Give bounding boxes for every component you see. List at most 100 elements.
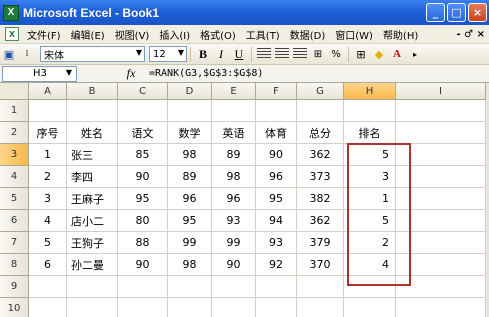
col-header-f[interactable]: F [256,83,297,100]
percent-style-icon[interactable]: % [328,46,344,62]
cell-g10[interactable] [297,298,344,317]
row-header-6[interactable]: 6 [0,210,29,232]
cell-g1[interactable] [297,100,344,122]
align-right-icon[interactable] [293,48,307,60]
row-header-1[interactable]: 1 [0,100,29,122]
cell-c8[interactable]: 90 [118,254,168,276]
cell-i3[interactable] [396,144,486,166]
cell-h2[interactable]: 排名 [344,122,396,144]
cell-i8[interactable] [396,254,486,276]
insert-function-icon[interactable]: fx [117,66,145,81]
cell-h7[interactable]: 2 [344,232,396,254]
col-header-d[interactable]: D [168,83,212,100]
cell-h10[interactable] [344,298,396,317]
menu-insert[interactable]: 插入(I) [154,27,195,42]
cell-d10[interactable] [168,298,212,317]
cell-b2[interactable]: 姓名 [67,122,118,144]
cell-e3[interactable]: 89 [212,144,256,166]
cell-d6[interactable]: 95 [168,210,212,232]
cell-a8[interactable]: 6 [29,254,67,276]
cell-b6[interactable]: 店小二 [67,210,118,232]
cell-g6[interactable]: 362 [297,210,344,232]
cell-i6[interactable] [396,210,486,232]
cell-a3[interactable]: 1 [29,144,67,166]
col-header-g[interactable]: G [297,83,344,100]
align-center-icon[interactable] [275,48,289,60]
workbook-icon[interactable]: X [5,27,19,41]
cell-e5[interactable]: 96 [212,188,256,210]
cell-d3[interactable]: 98 [168,144,212,166]
italic-button[interactable]: I [213,47,229,62]
menu-help[interactable]: 帮助(H) [378,27,423,42]
name-box[interactable]: H3 ▼ [2,65,77,82]
cell-b7[interactable]: 王狗子 [67,232,118,254]
maximize-button[interactable]: □ [447,3,466,22]
cell-b4[interactable]: 李四 [67,166,118,188]
cell-f6[interactable]: 94 [256,210,297,232]
cell-f8[interactable]: 92 [256,254,297,276]
cell-c2[interactable]: 语文 [118,122,168,144]
cell-b10[interactable] [67,298,118,317]
row-header-4[interactable]: 4 [0,166,29,188]
cell-i10[interactable] [396,298,486,317]
col-header-e[interactable]: E [212,83,256,100]
cell-d1[interactable] [168,100,212,122]
cell-a6[interactable]: 4 [29,210,67,232]
cell-f9[interactable] [256,276,297,298]
cell-e2[interactable]: 英语 [212,122,256,144]
col-header-h[interactable]: H [344,83,396,100]
cell-d2[interactable]: 数学 [168,122,212,144]
cell-b3[interactable]: 张三 [67,144,118,166]
cell-h3[interactable]: 5 [344,144,396,166]
col-header-c[interactable]: C [118,83,168,100]
menu-view[interactable]: 视图(V) [110,27,155,42]
font-name-select[interactable]: 宋体 ▼ [40,46,145,62]
cell-g8[interactable]: 370 [297,254,344,276]
cell-c3[interactable]: 85 [118,144,168,166]
cell-h5[interactable]: 1 [344,188,396,210]
cell-c10[interactable] [118,298,168,317]
cell-c9[interactable] [118,276,168,298]
borders-icon[interactable]: ⊞ [353,46,369,62]
fill-color-icon[interactable]: ◆ [371,46,387,62]
cell-f2[interactable]: 体育 [256,122,297,144]
cell-a5[interactable]: 3 [29,188,67,210]
cell-h9[interactable] [344,276,396,298]
cell-f1[interactable] [256,100,297,122]
cell-a9[interactable] [29,276,67,298]
cell-h6[interactable]: 5 [344,210,396,232]
menu-file[interactable]: 文件(F) [22,27,66,42]
cell-e4[interactable]: 98 [212,166,256,188]
bold-button[interactable]: B [195,47,211,62]
cell-i7[interactable] [396,232,486,254]
cell-f3[interactable]: 90 [256,144,297,166]
row-header-10[interactable]: 10 [0,298,29,317]
cell-e9[interactable] [212,276,256,298]
merge-center-icon[interactable]: ⊞ [310,46,326,62]
cell-g3[interactable]: 362 [297,144,344,166]
cell-i5[interactable] [396,188,486,210]
row-header-8[interactable]: 8 [0,254,29,276]
cell-h1[interactable] [344,100,396,122]
row-header-2[interactable]: 2 [0,122,29,144]
cell-f7[interactable]: 93 [256,232,297,254]
cell-b8[interactable]: 孙二曼 [67,254,118,276]
cell-h4[interactable]: 3 [344,166,396,188]
menu-window[interactable]: 窗口(W) [330,27,378,42]
toolbar-options-icon[interactable]: ⁞ [19,46,35,62]
cell-g5[interactable]: 382 [297,188,344,210]
cell-c1[interactable] [118,100,168,122]
cell-g7[interactable]: 379 [297,232,344,254]
cell-i4[interactable] [396,166,486,188]
cell-f5[interactable]: 95 [256,188,297,210]
cell-a2[interactable]: 序号 [29,122,67,144]
font-color-icon[interactable]: A [389,46,405,62]
cell-i1[interactable] [396,100,486,122]
menu-edit[interactable]: 编辑(E) [66,27,110,42]
col-header-a[interactable]: A [29,83,67,100]
cell-h8[interactable]: 4 [344,254,396,276]
cell-b5[interactable]: 王麻子 [67,188,118,210]
cell-g4[interactable]: 373 [297,166,344,188]
underline-button[interactable]: U [231,47,247,62]
row-header-7[interactable]: 7 [0,232,29,254]
